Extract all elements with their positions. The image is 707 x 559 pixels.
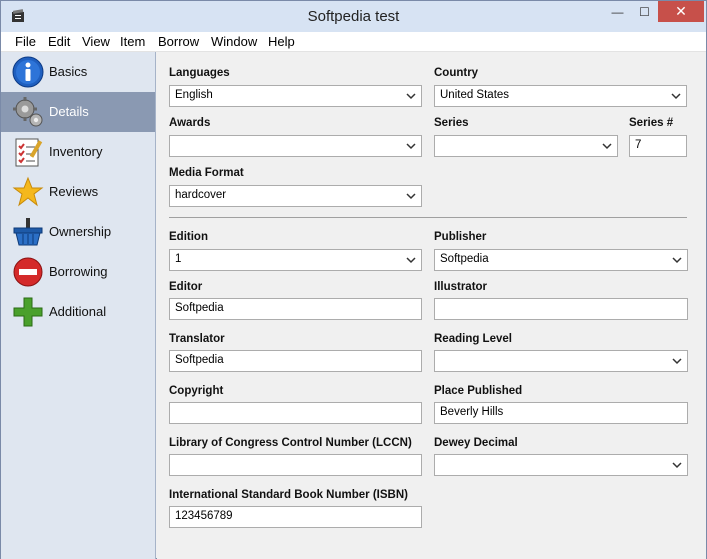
chevron-down-icon [672, 257, 682, 264]
chevron-down-icon [672, 462, 682, 469]
isbn-label: International Standard Book Number (ISBN… [169, 489, 408, 501]
place-published-label: Place Published [434, 385, 523, 397]
series-number-label: Series # [629, 117, 674, 129]
sidebar-item-label: Details [49, 104, 89, 119]
country-label: Country [434, 67, 479, 79]
sidebar-item-additional[interactable]: Additional [1, 292, 155, 332]
basket-icon [13, 218, 43, 246]
menu-window[interactable]: Window [211, 34, 257, 49]
reading-level-label: Reading Level [434, 333, 512, 345]
chevron-down-icon [406, 193, 416, 200]
chevron-down-icon [672, 358, 682, 365]
sidebar-item-label: Reviews [49, 184, 99, 199]
editor-field[interactable]: Softpedia [169, 298, 422, 320]
menu-borrow[interactable]: Borrow [158, 34, 199, 49]
menu-item[interactable]: Item [120, 34, 145, 49]
lccn-label: Library of Congress Control Number (LCCN… [169, 437, 412, 449]
country-value: United States [440, 89, 510, 101]
illustrator-field[interactable] [434, 298, 688, 320]
editor-label: Editor [169, 281, 203, 293]
close-button[interactable]: ✕ [658, 1, 704, 22]
publisher-value: Softpedia [440, 253, 489, 265]
translator-label: Translator [169, 333, 225, 345]
checklist-icon [15, 138, 43, 167]
sidebar-item-label: Basics [49, 64, 88, 79]
illustrator-label: Illustrator [434, 281, 488, 293]
sidebar-item-inventory[interactable]: Inventory [1, 132, 155, 172]
edition-value: 1 [175, 253, 182, 265]
reading-level-select[interactable] [434, 350, 688, 372]
sidebar-item-basics[interactable]: Basics [1, 52, 155, 92]
dewey-select[interactable] [434, 454, 688, 476]
chevron-down-icon [671, 93, 681, 100]
lccn-field[interactable] [169, 454, 422, 476]
series-label: Series [434, 117, 469, 129]
awards-select[interactable] [169, 135, 422, 157]
details-panel: Languages English Country United States … [157, 52, 706, 559]
sidebar-item-ownership[interactable]: Ownership [1, 212, 155, 252]
translator-field[interactable]: Softpedia [169, 350, 422, 372]
chevron-down-icon [406, 93, 416, 100]
star-icon [12, 176, 44, 207]
menu-edit[interactable]: Edit [48, 34, 70, 49]
chevron-down-icon [406, 257, 416, 264]
sidebar-item-label: Additional [49, 304, 107, 319]
section-divider [169, 217, 687, 218]
title-bar: Softpedia test — ☐ ✕ [1, 1, 706, 32]
sidebar-item-label: Ownership [49, 224, 112, 239]
languages-value: English [175, 89, 213, 101]
edition-label: Edition [169, 231, 208, 243]
app-window: Softpedia test — ☐ ✕ File Edit View Item… [0, 0, 707, 559]
media-format-select[interactable]: hardcover [169, 185, 422, 207]
country-select[interactable]: United States [434, 85, 687, 107]
copyright-field[interactable] [169, 402, 422, 424]
minimize-button[interactable]: — [604, 1, 631, 22]
menu-help[interactable]: Help [268, 34, 295, 49]
languages-select[interactable]: English [169, 85, 422, 107]
no-entry-icon [13, 257, 43, 287]
publisher-select[interactable]: Softpedia [434, 249, 688, 271]
window-title: Softpedia test [307, 8, 400, 25]
copyright-label: Copyright [169, 385, 224, 397]
sidebar-item-details[interactable]: Details [1, 92, 155, 132]
menu-bar: File Edit View Item Borrow Window Help [1, 32, 706, 52]
languages-label: Languages [169, 67, 230, 79]
publisher-label: Publisher [434, 231, 487, 243]
maximize-button[interactable]: ☐ [631, 1, 658, 22]
sidebar-item-borrowing[interactable]: Borrowing [1, 252, 155, 292]
sidebar-item-reviews[interactable]: Reviews [1, 172, 155, 212]
isbn-field[interactable]: 123456789 [169, 506, 422, 528]
info-icon [12, 56, 44, 88]
place-published-field[interactable]: Beverly Hills [434, 402, 688, 424]
sidebar: Basics Details Inventory Reviews Ownersh… [1, 52, 156, 559]
series-select[interactable] [434, 135, 618, 157]
menu-file[interactable]: File [15, 34, 36, 49]
sidebar-item-label: Borrowing [49, 264, 108, 279]
edition-select[interactable]: 1 [169, 249, 422, 271]
chevron-down-icon [406, 143, 416, 150]
plus-icon [13, 297, 43, 327]
series-number-field[interactable]: 7 [629, 135, 687, 157]
sidebar-item-label: Inventory [49, 144, 103, 159]
media-format-label: Media Format [169, 167, 244, 179]
media-format-value: hardcover [175, 189, 227, 201]
dewey-label: Dewey Decimal [434, 437, 518, 449]
gears-icon [13, 97, 43, 127]
awards-label: Awards [169, 117, 211, 129]
menu-view[interactable]: View [82, 34, 110, 49]
chevron-down-icon [602, 143, 612, 150]
